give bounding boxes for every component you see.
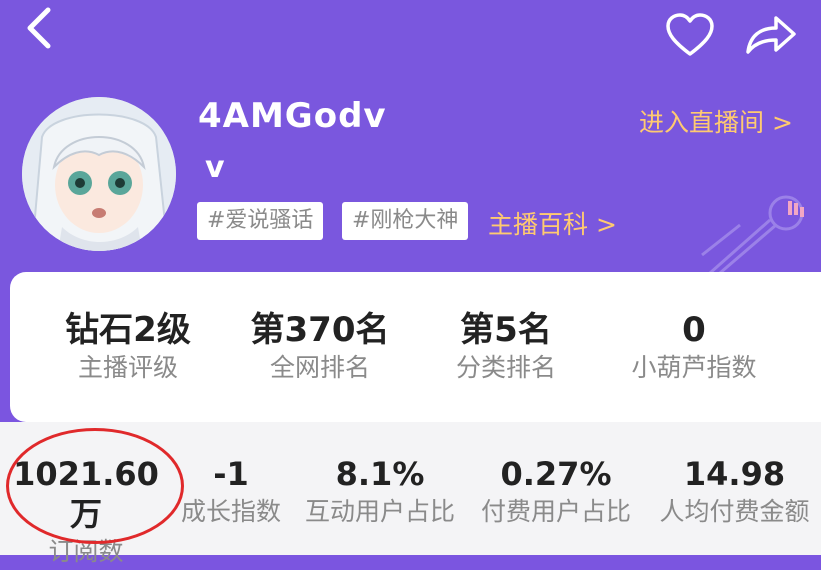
stat-value: 8.1% [335, 455, 425, 493]
avatar[interactable] [22, 97, 176, 251]
tag-badge[interactable]: #爱说骚话 [197, 202, 324, 240]
enter-live-room-link[interactable]: 进入直播间 > [639, 103, 793, 139]
stat-growth-index: -1 成长指数 [176, 454, 286, 530]
stat-label: 全网排名 [269, 353, 370, 382]
stat-label: 人均付费金额 [659, 497, 810, 526]
heart-icon[interactable] [664, 12, 716, 58]
tag-badge[interactable]: #刚枪大神 [342, 202, 469, 240]
stat-value: 第370名 [250, 310, 390, 350]
stat-xiaohulu-index: 0 小葫芦指数 [612, 310, 776, 386]
avatar-illustration [22, 97, 176, 251]
share-icon[interactable] [742, 10, 800, 60]
stat-value: 0.27% [500, 455, 612, 493]
stat-label: 成长指数 [180, 497, 281, 526]
streamer-wiki-link[interactable]: 主播百科 > [488, 205, 617, 241]
stat-interaction-ratio: 8.1% 互动用户占比 [300, 454, 460, 530]
stat-label: 分类排名 [455, 353, 556, 382]
streamer-name: 4AMGodv [198, 96, 387, 136]
stat-label: 小葫芦指数 [631, 353, 757, 382]
stat-value: 0 [682, 310, 706, 350]
stat-label: 主播评级 [77, 353, 178, 382]
highlight-circle [6, 428, 184, 544]
stat-category-rank: 第5名 分类排名 [436, 310, 576, 386]
stat-anchor-rating: 钻石2级 主播评级 [58, 310, 198, 386]
profile-header: 4AMGodv v #爱说骚话 #刚枪大神 主播百科 > 进入直播间 > [0, 0, 821, 290]
stat-paying-ratio: 0.27% 付费用户占比 [476, 454, 636, 530]
stat-avg-payment: 14.98 人均付费金额 [652, 454, 817, 530]
stat-value: -1 [213, 455, 249, 493]
stat-label: 付费用户占比 [480, 497, 631, 526]
back-icon[interactable] [20, 6, 60, 50]
stat-value: 钻石2级 [65, 310, 191, 350]
stat-value: 14.98 [683, 455, 786, 493]
stat-value: 第5名 [460, 310, 552, 350]
stat-label: 互动用户占比 [304, 497, 455, 526]
stat-global-rank: 第370名 全网排名 [250, 310, 390, 386]
microphone-icon [701, 195, 804, 275]
level-badge: v [205, 150, 225, 185]
